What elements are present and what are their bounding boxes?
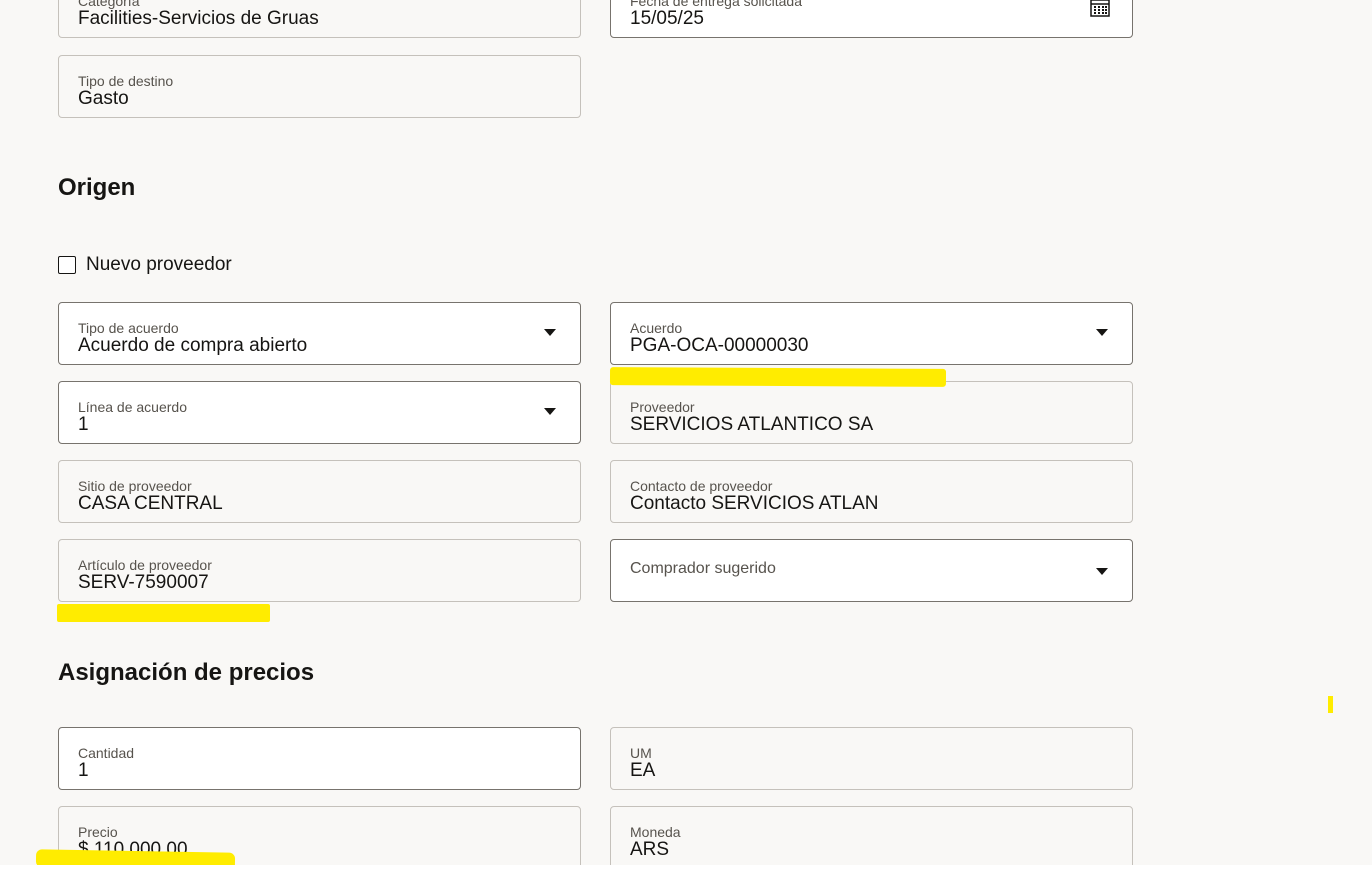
moneda-value: ARS	[630, 839, 670, 860]
moneda-label: Moneda	[630, 824, 681, 840]
highlight-mark-precio	[35, 849, 236, 865]
chevron-down-icon[interactable]	[1096, 568, 1108, 575]
proveedor-field: Proveedor SERVICIOS ATLANTICO SA	[610, 381, 1133, 444]
categoria-value: Facilities-Servicios de Gruas	[78, 8, 319, 29]
tipo-destino-field: Tipo de destino Gasto	[58, 55, 581, 118]
contacto-proveedor-field: Contacto de proveedor Contacto SERVICIOS…	[610, 460, 1133, 523]
contacto-proveedor-value: Contacto SERVICIOS ATLAN	[630, 493, 879, 514]
highlight-mark-articulo	[57, 604, 270, 622]
acuerdo-select[interactable]: Acuerdo PGA-OCA-00000030	[610, 302, 1133, 365]
fecha-entrega-value[interactable]: 15/05/25	[630, 8, 704, 30]
moneda-field: Moneda ARS	[610, 806, 1133, 865]
comprador-sugerido-select[interactable]: Comprador sugerido	[610, 539, 1133, 602]
acuerdo-label: Acuerdo	[630, 320, 683, 336]
articulo-proveedor-field: Artículo de proveedor SERV-7590007	[58, 539, 581, 602]
linea-acuerdo-select[interactable]: Línea de acuerdo 1	[58, 381, 581, 444]
nuevo-proveedor-checkbox-row[interactable]: Nuevo proveedor	[58, 254, 232, 276]
cantidad-label: Cantidad	[78, 745, 135, 761]
articulo-proveedor-label: Artículo de proveedor	[78, 557, 212, 573]
um-value: EA	[630, 760, 656, 781]
cantidad-input[interactable]: Cantidad 1	[58, 727, 581, 790]
linea-acuerdo-value[interactable]: 1	[78, 414, 89, 436]
proveedor-label: Proveedor	[630, 399, 695, 415]
linea-acuerdo-label: Línea de acuerdo	[78, 399, 187, 415]
requisition-line-form: Categoría Facilities-Servicios de Gruas …	[0, 0, 1372, 865]
highlight-mark-acuerdo	[609, 367, 947, 387]
sitio-proveedor-label: Sitio de proveedor	[78, 478, 192, 494]
sitio-proveedor-field: Sitio de proveedor CASA CENTRAL	[58, 460, 581, 523]
chevron-down-icon[interactable]	[544, 329, 556, 336]
tipo-acuerdo-select[interactable]: Tipo de acuerdo Acuerdo de compra abiert…	[58, 302, 581, 365]
tipo-acuerdo-value[interactable]: Acuerdo de compra abierto	[78, 335, 307, 357]
nuevo-proveedor-checkbox[interactable]	[58, 256, 76, 274]
precios-section-title: Asignación de precios	[58, 659, 315, 686]
nuevo-proveedor-label[interactable]: Nuevo proveedor	[86, 254, 232, 276]
cantidad-value[interactable]: 1	[78, 760, 89, 782]
articulo-proveedor-value: SERV-7590007	[78, 572, 209, 593]
chevron-down-icon[interactable]	[1096, 329, 1108, 336]
fecha-entrega-field[interactable]: Fecha de entrega solicitada 15/05/25	[610, 0, 1133, 38]
chevron-down-icon[interactable]	[544, 408, 556, 415]
tipo-acuerdo-label: Tipo de acuerdo	[78, 320, 179, 336]
acuerdo-value[interactable]: PGA-OCA-00000030	[630, 335, 809, 357]
categoria-field: Categoría Facilities-Servicios de Gruas	[58, 0, 581, 38]
highlight-mark-stray	[1328, 696, 1333, 713]
precio-label: Precio	[78, 824, 118, 840]
contacto-proveedor-label: Contacto de proveedor	[630, 478, 773, 494]
um-label: UM	[630, 745, 652, 761]
um-field: UM EA	[610, 727, 1133, 790]
origen-section-title: Origen	[58, 174, 136, 201]
proveedor-value: SERVICIOS ATLANTICO SA	[630, 414, 874, 435]
sitio-proveedor-value: CASA CENTRAL	[78, 493, 223, 514]
calendar-icon[interactable]	[1090, 0, 1110, 17]
comprador-sugerido-label[interactable]: Comprador sugerido	[630, 560, 776, 578]
tipo-destino-label: Tipo de destino	[78, 73, 174, 89]
tipo-destino-value: Gasto	[78, 88, 129, 109]
